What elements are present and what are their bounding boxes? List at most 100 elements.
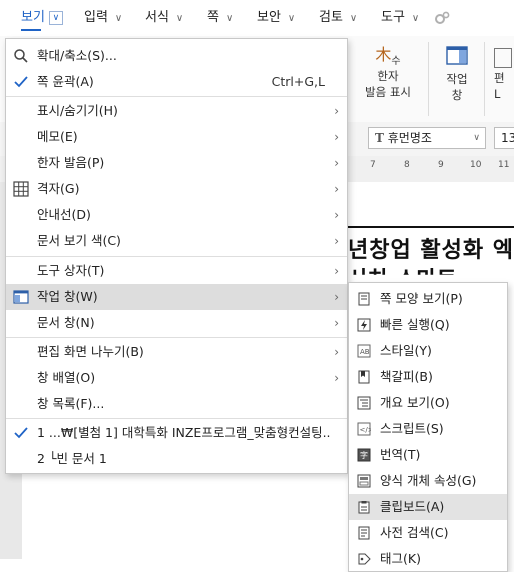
menu-insert[interactable]: 입력 ∨ — [84, 9, 122, 27]
form-properties-icon — [357, 474, 371, 488]
menu-item-page-outline[interactable]: 쪽 윤곽(A) Ctrl+G,L — [6, 69, 347, 95]
ruler-tick: 7 — [370, 160, 376, 170]
menu-separator — [6, 96, 347, 97]
menu-item-label: 작업 창(W) — [37, 289, 98, 304]
menu-page-label: 쪽 — [207, 10, 219, 25]
submenu-item-translate[interactable]: 字 번역(T) — [349, 442, 507, 468]
menu-item-label: 메모(E) — [37, 129, 78, 144]
menu-tools[interactable]: 도구 ∨ — [381, 9, 419, 27]
font-name-select[interactable]: T 휴먼명조 ∨ — [368, 127, 486, 149]
menu-security-label: 보안 — [257, 10, 281, 25]
menu-item-open-document-2[interactable]: 2 └빈 문서 1 — [6, 446, 347, 472]
chevron-down-icon[interactable]: ∨ — [48, 10, 63, 25]
ruler-tick: 10 — [470, 160, 482, 170]
lightning-icon — [357, 318, 371, 332]
chevron-down-icon: ∨ — [287, 13, 296, 24]
chevron-right-icon: › — [334, 156, 339, 170]
menu-view[interactable]: 보기 ∨ — [21, 9, 63, 31]
menu-item-arrange-windows[interactable]: 창 배열(O) › — [6, 365, 347, 391]
menu-insert-label: 입력 — [84, 10, 108, 25]
menu-review[interactable]: 검토 ∨ — [319, 9, 357, 27]
menu-item-label: 문서 창(N) — [37, 315, 95, 330]
submenu-item-dictionary-search[interactable]: 사전 검색(C) — [349, 520, 507, 546]
submenu-item-script[interactable]: </> 스크립트(S) — [349, 416, 507, 442]
submenu-item-tag[interactable]: 태그(K) — [349, 546, 507, 572]
ruler-tick: 9 — [438, 160, 444, 170]
checkmark-icon — [14, 76, 28, 88]
menu-separator — [6, 418, 347, 419]
menu-tools-label: 도구 — [381, 10, 405, 25]
edit-label-2: L — [494, 87, 501, 101]
menu-item-hanja-pronunciation[interactable]: 한자 발음(P) › — [6, 150, 347, 176]
menu-item-toolbox[interactable]: 도구 상자(T) › — [6, 258, 347, 284]
chevron-right-icon: › — [334, 208, 339, 222]
submenu-item-form-properties[interactable]: 양식 개체 속성(G) — [349, 468, 507, 494]
submenu-item-label: 사전 검색(C) — [380, 525, 449, 540]
menu-item-label: 1 ...₩[별첨 1] 대학특화 INZE프로그램_맞춤형컨설팅.. — [37, 425, 331, 440]
script-icon: </> — [357, 422, 371, 436]
svg-text:</>: </> — [360, 426, 372, 434]
edit-screen-button[interactable]: 편 L — [494, 42, 514, 102]
menu-format[interactable]: 서식 ∨ — [145, 9, 183, 27]
chevron-right-icon: › — [334, 316, 339, 330]
menu-item-guidelines[interactable]: 안내선(D) › — [6, 202, 347, 228]
submenu-item-label: 클립보드(A) — [380, 499, 445, 514]
hanja-label-2: 발음 표시 — [365, 85, 411, 99]
menu-item-label: 2 └빈 문서 1 — [37, 451, 107, 466]
chevron-down-icon: ∨ — [114, 13, 123, 24]
hanja-label-1: 한자 — [377, 69, 399, 83]
submenu-item-outline-view[interactable]: 개요 보기(O) — [349, 390, 507, 416]
submenu-item-style[interactable]: AB 스타일(Y) — [349, 338, 507, 364]
chevron-down-icon: ∨ — [411, 13, 420, 24]
menu-review-label: 검토 — [319, 10, 343, 25]
menu-separator — [6, 337, 347, 338]
menu-item-memo[interactable]: 메모(E) › — [6, 124, 347, 150]
menu-item-label: 격자(G) — [37, 181, 80, 196]
menu-item-zoom[interactable]: 확대/축소(S)... — [6, 43, 347, 69]
menu-page[interactable]: 쪽 ∨ — [207, 9, 233, 27]
document-heading-line1: 년창업 활성화 엑 — [348, 238, 514, 263]
menu-view-label: 보기 — [21, 10, 45, 25]
submenu-item-label: 스타일(Y) — [380, 343, 432, 358]
menu-item-document-view-color[interactable]: 문서 보기 색(C) › — [6, 228, 347, 254]
menu-bar: 보기 ∨ 입력 ∨ 서식 ∨ 쪽 ∨ 보안 ∨ 검토 ∨ 도구 ∨ — [0, 0, 514, 37]
grid-icon — [13, 181, 29, 197]
hanja-pronunciation-button[interactable]: 木수 한자 발음 표시 — [358, 42, 418, 100]
menu-item-label: 도구 상자(T) — [37, 263, 105, 278]
tag-icon — [358, 553, 371, 565]
menu-item-window-list[interactable]: 창 목록(F)... — [6, 391, 347, 417]
menu-item-task-pane[interactable]: 작업 창(W) › — [6, 284, 347, 310]
hanja-icon: 木수 — [375, 45, 401, 68]
menu-item-grid[interactable]: 격자(G) › — [6, 176, 347, 202]
submenu-item-bookmark[interactable]: 책갈피(B) — [349, 364, 507, 390]
edit-icon — [494, 48, 512, 68]
ribbon-divider — [428, 42, 429, 116]
submenu-item-label: 개요 보기(O) — [380, 395, 450, 410]
chevron-down-icon: ∨ — [349, 13, 358, 24]
submenu-item-page-layout[interactable]: 쪽 모양 보기(P) — [349, 286, 507, 312]
font-size-input[interactable]: 13. — [494, 127, 514, 149]
menu-item-split-screen[interactable]: 편집 화면 나누기(B) › — [6, 339, 347, 365]
menu-item-label: 확대/축소(S)... — [37, 48, 117, 63]
menu-separator — [6, 256, 347, 257]
submenu-item-clipboard[interactable]: 클립보드(A) — [349, 494, 507, 520]
font-type-icon: T — [375, 131, 384, 145]
svg-text:字: 字 — [360, 450, 368, 460]
ribbon-divider — [484, 42, 485, 116]
menu-item-open-document-1[interactable]: 1 ...₩[별첨 1] 대학특화 INZE프로그램_맞춤형컨설팅.. — [6, 420, 347, 446]
menu-item-label: 표시/숨기기(H) — [37, 103, 118, 118]
task-pane-button[interactable]: 작업 창 — [438, 42, 476, 103]
menu-item-label: 창 배열(O) — [37, 370, 96, 385]
chevron-right-icon: › — [334, 104, 339, 118]
edit-label-1: 편 — [494, 71, 505, 85]
menu-security[interactable]: 보안 ∨ — [257, 9, 295, 27]
menu-item-show-hide[interactable]: 표시/숨기기(H) › — [6, 98, 347, 124]
menu-item-document-window[interactable]: 문서 창(N) › — [6, 310, 347, 336]
submenu-item-quick-run[interactable]: 빠른 실행(Q) — [349, 312, 507, 338]
submenu-item-label: 번역(T) — [380, 447, 421, 462]
submenu-item-label: 양식 개체 속성(G) — [380, 473, 477, 488]
svg-text:AB: AB — [360, 348, 370, 356]
settings-icon[interactable] — [434, 10, 450, 26]
menu-item-label: 창 목록(F)... — [37, 396, 105, 411]
clipboard-icon — [358, 501, 370, 514]
